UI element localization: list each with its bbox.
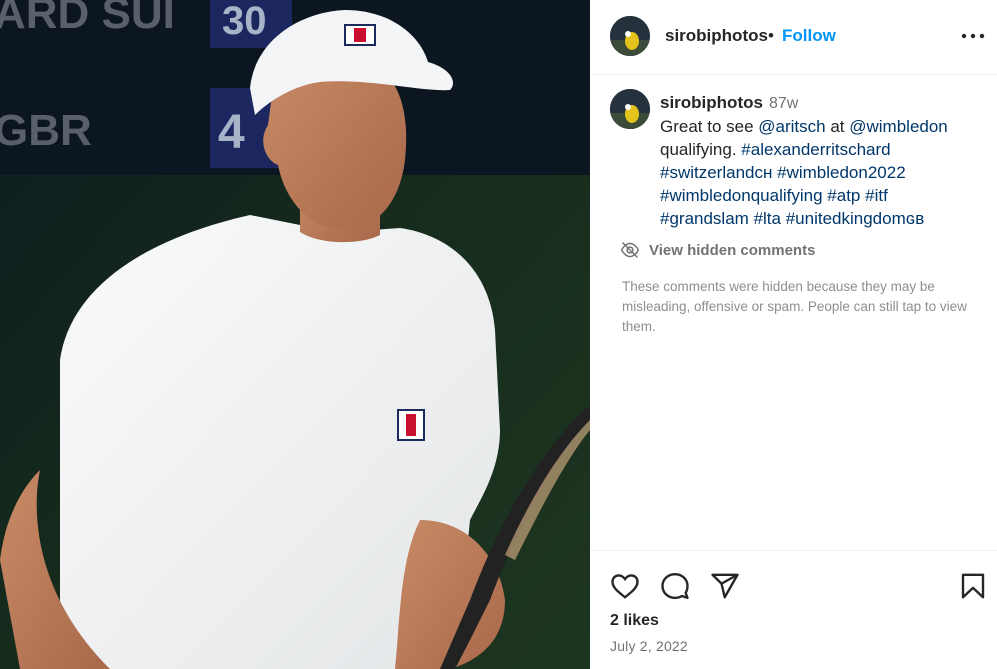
- caption-username[interactable]: sirobiphotos: [660, 93, 763, 112]
- bookmark-save-icon[interactable]: [958, 571, 988, 601]
- scoreboard-text-1: ARD SUI: [0, 0, 175, 38]
- mention-link[interactable]: @aritsch: [758, 117, 825, 136]
- header-separator: •: [768, 26, 774, 45]
- caption-plain-text: Great to see: [660, 117, 759, 136]
- caption-avatar[interactable]: [610, 89, 650, 129]
- scoreboard-score-1: 30: [222, 0, 267, 43]
- caption-time[interactable]: 87w: [769, 95, 798, 112]
- like-heart-icon[interactable]: [610, 571, 640, 601]
- view-hidden-comments-button[interactable]: View hidden comments: [620, 238, 815, 262]
- caption-plain-text: qualifying.: [660, 140, 742, 159]
- post-side-panel: sirobiphotos • Follow sirobiphotos 87w Gre…: [590, 0, 997, 669]
- header-username[interactable]: sirobiphotos: [665, 26, 768, 46]
- view-hidden-comments-label: View hidden comments: [649, 241, 816, 259]
- scoreboard-score-2: 4: [218, 106, 245, 159]
- eye-off-icon: [620, 241, 640, 259]
- hashtag-link[interactable]: #lta: [754, 209, 781, 228]
- share-send-icon[interactable]: [710, 571, 740, 601]
- comment-icon[interactable]: [660, 571, 690, 601]
- more-options-icon[interactable]: [960, 24, 986, 48]
- avatar-image: [610, 16, 650, 56]
- hidden-comments-note: These comments were hidden because they …: [622, 279, 967, 334]
- caption-plain-text: at: [825, 117, 850, 136]
- hashtag-link[interactable]: #wimbledon2022: [777, 163, 906, 182]
- tennis-player-image: ARD SUI 30 GBR 4: [0, 0, 590, 669]
- hashtag-link[interactable]: #wimbledonqualifying: [660, 186, 823, 205]
- hashtag-link[interactable]: #grandslam: [660, 209, 749, 228]
- post-date[interactable]: July 2, 2022: [610, 638, 688, 654]
- post-header: sirobiphotos • Follow: [590, 0, 997, 75]
- caption-text: sirobiphotos 87w Great to see @aritsch at …: [660, 91, 980, 230]
- scoreboard-text-2: GBR: [0, 106, 92, 155]
- avatar-image: [610, 89, 650, 129]
- likes-count[interactable]: 2 likes: [610, 612, 659, 630]
- hashtag-link[interactable]: #alexanderritschard: [741, 140, 890, 159]
- hashtag-link[interactable]: #switzerlandᴄʜ: [660, 163, 772, 182]
- post-photo[interactable]: ARD SUI 30 GBR 4: [0, 0, 590, 669]
- hashtag-link[interactable]: #unitedkingdomɢʙ: [786, 209, 925, 228]
- hashtag-link[interactable]: #atp: [827, 186, 860, 205]
- follow-button[interactable]: Follow: [782, 26, 836, 46]
- post-actions: 2 likes July 2, 2022: [590, 550, 997, 669]
- hashtag-link[interactable]: #itf: [865, 186, 888, 205]
- mention-link[interactable]: @wimbledon: [849, 117, 948, 136]
- avatar[interactable]: [610, 16, 650, 56]
